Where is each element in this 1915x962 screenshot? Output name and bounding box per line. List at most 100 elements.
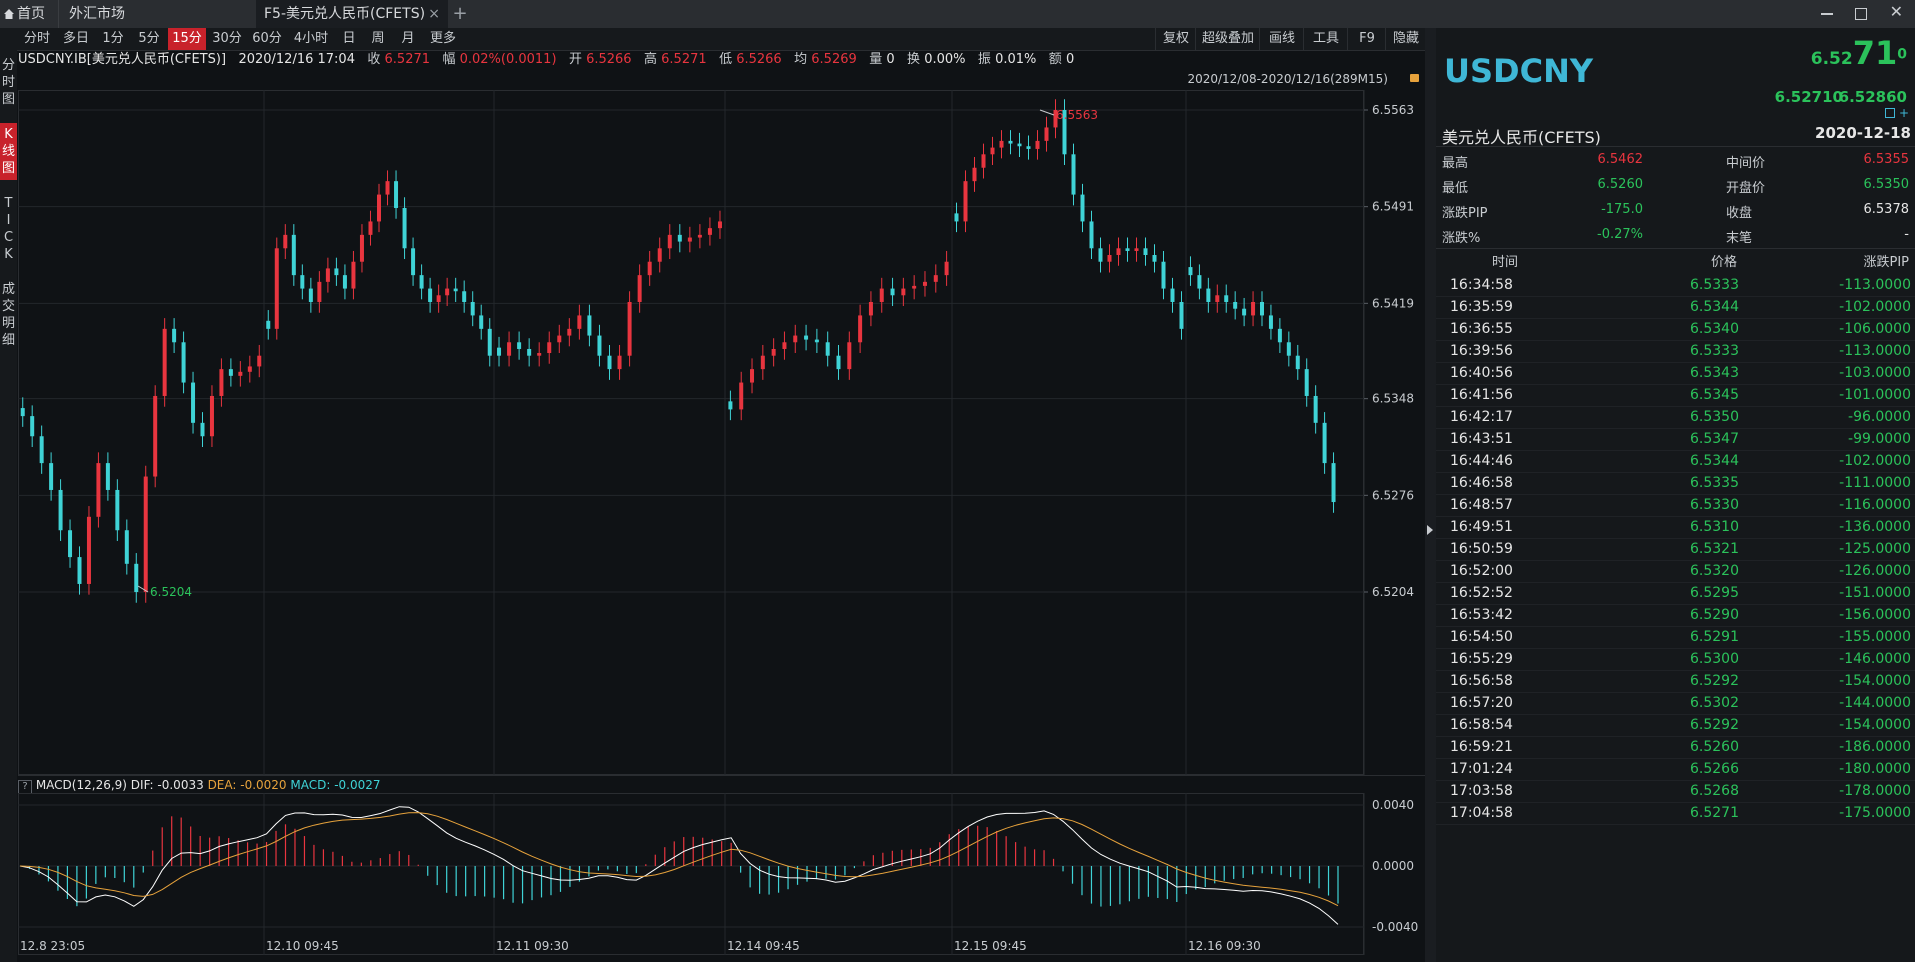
candle-body bbox=[847, 342, 852, 370]
side-tab-3[interactable]: 成交明细 bbox=[0, 278, 17, 352]
add-icon[interactable]: + bbox=[1899, 106, 1909, 120]
amount-label: 额 bbox=[1048, 52, 1062, 67]
period-0[interactable]: 分时 bbox=[18, 28, 56, 50]
tick-pip: -155.0000 bbox=[1839, 629, 1911, 645]
candlestick-chart[interactable]: 6.5563 6.5491 6.5419 6.5348 6.5276 6.5204 6.55… bbox=[18, 90, 1425, 775]
candle-body bbox=[209, 395, 214, 437]
candle-body bbox=[1017, 143, 1022, 147]
stats-divider bbox=[1436, 146, 1915, 147]
window-close-icon[interactable]: ✕ bbox=[1890, 2, 1903, 21]
tick-time: 16:36:55 bbox=[1450, 321, 1513, 337]
candle-body bbox=[238, 371, 243, 376]
tick-row: 16:48:57 6.5330 -116.0000 bbox=[1436, 494, 1915, 517]
tick-time: 17:01:24 bbox=[1450, 761, 1513, 777]
candle-body bbox=[497, 347, 502, 356]
add-tab-button[interactable]: + bbox=[448, 0, 472, 28]
period-2[interactable]: 1分 bbox=[96, 28, 130, 50]
candle-body bbox=[300, 275, 305, 289]
candle-body bbox=[1134, 248, 1139, 251]
period-9[interactable]: 周 bbox=[364, 28, 392, 50]
candle-body bbox=[96, 463, 101, 517]
period-6[interactable]: 60分 bbox=[248, 28, 286, 50]
toolbar-right-4[interactable]: F9 bbox=[1347, 28, 1386, 50]
candle-body bbox=[868, 301, 873, 316]
avg-value: 6.5269 bbox=[811, 52, 857, 67]
tick-row: 16:52:00 6.5320 -126.0000 bbox=[1436, 560, 1915, 583]
candle-body bbox=[1089, 221, 1094, 249]
candle-body bbox=[707, 228, 712, 235]
tick-price: 6.5290 bbox=[1690, 607, 1739, 623]
tick-price: 6.5271 bbox=[1690, 805, 1739, 821]
period-4[interactable]: 15分 bbox=[168, 28, 206, 50]
tick-pip: -154.0000 bbox=[1839, 717, 1911, 733]
caret-right-icon bbox=[1427, 525, 1433, 535]
candle-body bbox=[351, 261, 356, 289]
plus-icon: + bbox=[452, 3, 468, 24]
maximize-icon[interactable] bbox=[1855, 8, 1867, 20]
candle-body bbox=[228, 369, 233, 376]
period-5[interactable]: 30分 bbox=[208, 28, 246, 50]
tick-pip: -102.0000 bbox=[1839, 299, 1911, 315]
period-11[interactable]: 更多 bbox=[424, 28, 462, 50]
col-price[interactable]: 价格 bbox=[1711, 252, 1737, 274]
tick-price: 6.5260 bbox=[1690, 739, 1739, 755]
tick-time: 16:57:20 bbox=[1450, 695, 1513, 711]
tick-time: 17:03:58 bbox=[1450, 783, 1513, 799]
quote-code: USDCNY bbox=[1444, 52, 1594, 90]
candle-body bbox=[954, 213, 959, 222]
macd-frame bbox=[18, 793, 1364, 955]
stat-value: 6.5462 bbox=[1597, 152, 1644, 167]
side-tab-2[interactable]: TICK bbox=[0, 192, 17, 266]
x-tick-label: 12.10 09:45 bbox=[266, 939, 339, 953]
toolbar-right-0[interactable]: 复权 bbox=[1155, 28, 1196, 50]
toolbar-right-1[interactable]: 超级叠加 bbox=[1195, 28, 1260, 50]
tab-home[interactable]: 首页 bbox=[4, 0, 54, 28]
macd-dea: DEA: -0.0020 bbox=[207, 778, 287, 792]
y-tick-label: 6.5348 bbox=[1372, 392, 1414, 406]
help-icon[interactable]: ? bbox=[18, 780, 32, 794]
period-7[interactable]: 4小时 bbox=[288, 28, 334, 50]
period-3[interactable]: 5分 bbox=[132, 28, 166, 50]
close-icon[interactable]: × bbox=[428, 0, 440, 28]
candle-body bbox=[879, 288, 884, 302]
stat-label: 涨跌% bbox=[1442, 231, 1481, 246]
candle-body bbox=[359, 234, 364, 262]
side-tab-1[interactable]: K线图 bbox=[0, 123, 17, 180]
tick-price: 6.5343 bbox=[1690, 365, 1739, 381]
candle-body bbox=[30, 416, 35, 437]
candle-body bbox=[972, 167, 977, 182]
tick-row: 16:56:58 6.5292 -154.0000 bbox=[1436, 670, 1915, 693]
side-tab-0[interactable]: 分时图 bbox=[0, 54, 17, 111]
ask-price: 6.52860 bbox=[1838, 88, 1907, 106]
lock-icon[interactable] bbox=[1410, 74, 1419, 82]
candle-body bbox=[1331, 463, 1336, 503]
tab-fx-market[interactable]: 外汇市场 bbox=[58, 0, 267, 28]
candle-body bbox=[172, 328, 177, 343]
tick-time: 16:43:51 bbox=[1450, 431, 1513, 447]
candle-body bbox=[1242, 308, 1247, 316]
tick-time: 16:50:59 bbox=[1450, 541, 1513, 557]
candle-body bbox=[200, 422, 205, 437]
toolbar-right-3[interactable]: 工具 bbox=[1303, 28, 1348, 50]
period-8[interactable]: 日 bbox=[336, 28, 362, 50]
toolbar-right-2[interactable]: 画线 bbox=[1259, 28, 1304, 50]
period-1[interactable]: 多日 bbox=[58, 28, 94, 50]
x-tick-label: 12.15 09:45 bbox=[954, 939, 1027, 953]
macd-chart[interactable]: 0.0040 0.0000 -0.0040 12.8 23:05 12.10 09:45… bbox=[18, 793, 1425, 955]
toolbar-right-5[interactable]: 隐藏 bbox=[1385, 28, 1426, 50]
y-tick-label: 6.5204 bbox=[1372, 585, 1414, 599]
candle-body bbox=[134, 563, 139, 592]
tick-row: 16:35:59 6.5344 -102.0000 bbox=[1436, 296, 1915, 319]
tab-usdcny[interactable]: F5-美元兑人民币(CFETS) × bbox=[256, 0, 448, 28]
tick-pip: -116.0000 bbox=[1839, 497, 1911, 513]
expand-icon[interactable] bbox=[1885, 108, 1895, 118]
period-10[interactable]: 月 bbox=[394, 28, 422, 50]
panel-toggle-handle[interactable] bbox=[1425, 28, 1436, 962]
candle-body bbox=[470, 301, 475, 316]
minimize-icon[interactable] bbox=[1821, 13, 1833, 15]
col-pip[interactable]: 涨跌PIP bbox=[1863, 252, 1909, 274]
candle-body bbox=[912, 285, 917, 289]
candle-body bbox=[782, 342, 787, 349]
tick-pip: -111.0000 bbox=[1839, 475, 1911, 491]
col-time[interactable]: 时间 bbox=[1492, 252, 1518, 274]
